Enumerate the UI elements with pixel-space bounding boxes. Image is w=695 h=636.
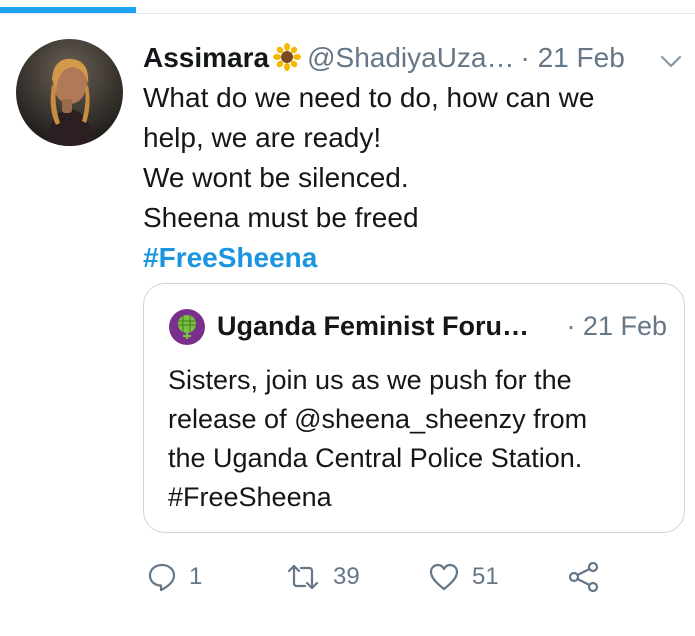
retweet-button[interactable]: 39: [285, 557, 360, 597]
tab-indicator-bar: [0, 0, 695, 17]
divider: [0, 13, 695, 14]
quoted-tweet-header: Uganda Feminist Foru… · 21 Feb: [217, 306, 667, 346]
tweet-text-line: We wont be silenced.: [143, 162, 409, 193]
quoted-tweet-text: Sisters, join us as we push for the rele…: [168, 361, 587, 517]
reply-count: 1: [189, 563, 203, 590]
author-handle[interactable]: @ShadiyaUza…: [307, 42, 514, 73]
quoted-text-line: release of @sheena_sheenzy from: [168, 404, 588, 434]
share-button[interactable]: [568, 557, 600, 597]
tweet-date[interactable]: · 21 Feb: [521, 42, 625, 73]
share-icon: [568, 562, 600, 592]
reply-icon: [147, 562, 177, 592]
tweet-header: Assimara @ShadiyaUza… · 21 Feb: [143, 38, 683, 78]
hashtag-link[interactable]: #FreeSheena: [143, 238, 683, 278]
quoted-tweet-date[interactable]: · 21 Feb: [566, 306, 667, 346]
quoted-text-line: the Uganda Central Police Station.: [168, 443, 583, 473]
quoted-avatar[interactable]: [169, 309, 205, 345]
tweet-text: What do we need to do, how can we help, …: [143, 78, 683, 278]
avatar[interactable]: [16, 39, 123, 146]
retweet-icon: [285, 562, 321, 592]
tweet-text-line: Sheena must be freed: [143, 202, 419, 233]
like-count: 51: [472, 563, 499, 590]
tweet-text-line: What do we need to do, how can we: [143, 82, 595, 113]
quoted-text-line: Sisters, join us as we push for the: [168, 365, 572, 395]
quoted-text-line: #FreeSheena: [168, 482, 332, 512]
sunflower-icon: [273, 42, 302, 82]
tweet-actions: 1 39 51: [143, 557, 643, 597]
quoted-author-name[interactable]: Uganda Feminist Foru…: [217, 311, 529, 341]
reply-button[interactable]: 1: [147, 557, 202, 597]
author-name[interactable]: Assimara: [143, 42, 269, 73]
retweet-count: 39: [333, 563, 360, 590]
like-button[interactable]: 51: [428, 557, 499, 597]
tweet-text-line: help, we are ready!: [143, 122, 382, 153]
heart-icon: [428, 562, 460, 592]
quoted-tweet-card[interactable]: Uganda Feminist Foru… · 21 Feb Sisters, …: [143, 283, 685, 533]
